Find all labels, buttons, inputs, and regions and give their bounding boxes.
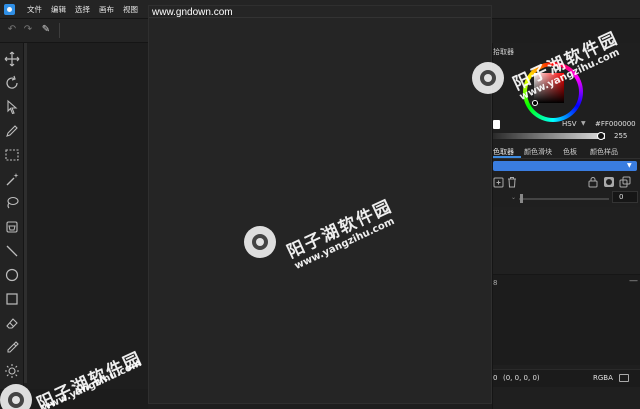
trash-icon[interactable] xyxy=(506,176,518,188)
opacity-slider[interactable] xyxy=(519,198,609,200)
tool-column-scrollbar[interactable] xyxy=(24,43,27,383)
brightness-tool-icon[interactable] xyxy=(4,363,20,379)
rgb-readout: (0, 0, 0, 0) xyxy=(503,374,540,382)
menu-select[interactable]: 选择 xyxy=(75,4,90,15)
rotate-tool-icon[interactable] xyxy=(4,75,20,91)
pencil-tool-icon[interactable] xyxy=(4,123,20,139)
eraser-tool-icon[interactable] xyxy=(4,315,20,331)
alpha-value[interactable]: 255 xyxy=(614,132,627,140)
ellipse-tool-icon[interactable] xyxy=(4,267,20,283)
magic-wand-tool-icon[interactable] xyxy=(4,171,20,187)
lock-icon[interactable] xyxy=(587,176,599,188)
fill-bucket-tool-icon[interactable] xyxy=(4,219,20,235)
toolbar-divider xyxy=(59,23,60,38)
history-section xyxy=(493,275,640,365)
watermark-logo-icon xyxy=(472,62,504,94)
pointer-tool-icon[interactable] xyxy=(4,99,20,115)
layer-action-row xyxy=(493,176,640,190)
mask-icon[interactable] xyxy=(603,176,615,188)
tab-samples[interactable]: 颜色样品 xyxy=(590,147,618,157)
menu-canvas[interactable]: 画布 xyxy=(99,4,114,15)
color-panel: 拾取器 HSV ▼ #FF000000 255 色取器 颜色滑块 色板 颜色样品… xyxy=(492,43,640,409)
undo-icon[interactable]: ↶ xyxy=(6,24,18,36)
history-toolbar: ↶ ↷ ✎ xyxy=(0,19,148,43)
watermark-logo-icon xyxy=(244,226,276,258)
app-logo-icon xyxy=(4,4,15,15)
current-color-swatch[interactable] xyxy=(493,120,500,129)
color-picker-knob[interactable] xyxy=(532,100,538,106)
tab-sliders[interactable]: 颜色滑块 xyxy=(524,147,552,157)
eyedropper-tool-icon[interactable] xyxy=(4,339,20,355)
tab-palette[interactable]: 色板 xyxy=(563,147,577,157)
color-mode-select[interactable]: HSV xyxy=(562,120,577,128)
rect-select-tool-icon[interactable] xyxy=(4,147,20,163)
color-format-label[interactable]: RGBA xyxy=(593,374,613,382)
panel-title: 拾取器 xyxy=(493,48,514,56)
layer-list[interactable] xyxy=(493,207,640,275)
menu-file[interactable]: 文件 xyxy=(27,4,42,15)
move-tool-icon[interactable] xyxy=(4,51,20,67)
active-tab-indicator xyxy=(493,156,521,158)
alpha-slider[interactable] xyxy=(493,133,605,139)
section-label: 8 xyxy=(493,279,498,287)
chevron-down-icon[interactable]: ▼ xyxy=(627,162,632,169)
chevron-down-icon[interactable]: ⌄ xyxy=(511,194,516,201)
rectangle-tool-icon[interactable] xyxy=(4,291,20,307)
opacity-value: 0 xyxy=(619,193,624,201)
canvas-area[interactable]: www.gndown.com xyxy=(148,5,492,404)
duplicate-layer-icon[interactable] xyxy=(619,176,631,188)
coord-readout: 0 xyxy=(493,374,498,382)
line-tool-icon[interactable] xyxy=(4,243,20,259)
chevron-down-icon[interactable]: ▼ xyxy=(581,120,586,127)
redo-icon[interactable]: ↷ xyxy=(22,24,34,36)
hex-value[interactable]: #FF000000 xyxy=(595,120,636,128)
watermark-logo-icon xyxy=(0,384,32,409)
canvas-top-divider xyxy=(149,17,491,18)
tool-column xyxy=(0,43,24,389)
lasso-tool-icon[interactable] xyxy=(4,195,20,211)
add-layer-icon[interactable] xyxy=(493,176,505,188)
menu-edit[interactable]: 编辑 xyxy=(51,4,66,15)
alpha-slider-knob[interactable] xyxy=(597,132,605,140)
collapse-icon[interactable]: — xyxy=(629,276,638,286)
format-toggle-icon[interactable] xyxy=(619,374,629,382)
edit-icon[interactable]: ✎ xyxy=(40,24,52,36)
menu-view[interactable]: 视图 xyxy=(123,4,138,15)
opacity-slider-knob[interactable] xyxy=(520,194,523,203)
layer-blend-select[interactable] xyxy=(493,161,637,171)
opacity-input[interactable] xyxy=(612,191,638,203)
